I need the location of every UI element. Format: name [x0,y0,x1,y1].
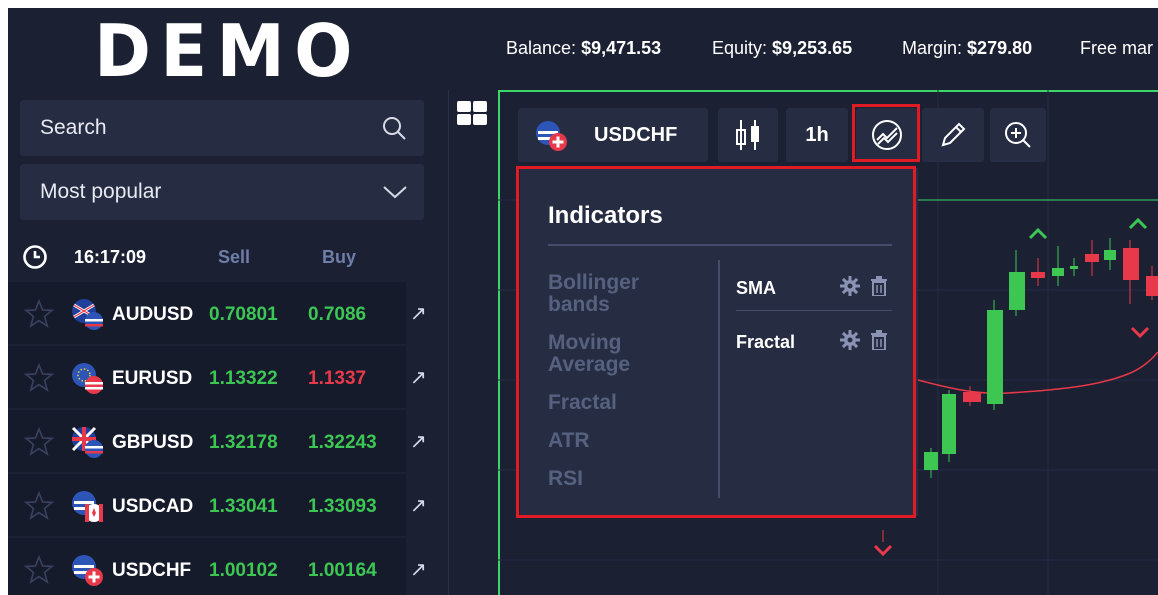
search-input[interactable]: Search [20,100,424,156]
pencil-icon [941,122,966,147]
timeframe-button[interactable]: 1h [786,108,848,162]
star-icon[interactable] [24,491,54,521]
star-icon[interactable] [24,299,54,329]
instrument-buy-price[interactable]: 0.7086 [308,304,366,326]
instrument-symbol: USDCHF [112,560,192,581]
balance-info: Balance: $9,471.53 [506,38,661,59]
symbol-selector-button[interactable]: USDCHF [518,108,708,162]
open-chart-arrow-icon[interactable]: ↗ [410,557,427,582]
instrument-row[interactable]: AUDUSD 0.70801 0.7086 ↗ [8,281,448,345]
candles-icon [736,120,759,150]
equity-info: Equity: $9,253.65 [712,38,852,59]
equity-label: Equity: [712,38,768,58]
open-chart-arrow-icon[interactable]: ↗ [410,429,427,454]
instrument-buy-price[interactable]: 1.00164 [308,560,377,582]
instrument-row[interactable]: GBPUSD 1.32178 1.32243 ↗ [8,409,448,473]
drawing-tools-button[interactable] [922,108,984,162]
chevron-down-icon [383,186,407,199]
account-bar: Balance: $9,471.53 Equity: $9,253.65 Mar… [448,8,1158,90]
trading-app: DEMO Search Most popular 16:17:09 Sell B… [8,8,1158,595]
zoom-in-icon [1005,122,1031,148]
instrument-row[interactable]: EURUSD 1.13322 1.1337 ↗ [8,345,448,409]
star-icon[interactable] [24,363,54,393]
instrument-row[interactable]: USDCAD 1.33041 1.33093 ↗ [8,473,448,537]
equity-value: $9,253.65 [772,38,853,58]
flag-us-ch-icon [536,121,567,151]
category-selected: Most popular [40,180,162,203]
instrument-symbol: EURUSD [112,368,193,389]
margin-info: Margin: $279.80 [902,38,1032,59]
category-dropdown[interactable]: Most popular [20,164,424,220]
instrument-buy-price[interactable]: 1.32243 [308,432,377,454]
flag-us-ch-icon [72,555,103,586]
open-chart-arrow-icon[interactable]: ↗ [410,493,427,518]
balance-label: Balance: [506,38,577,58]
flag-us-ca-icon [72,491,103,522]
open-chart-arrow-icon[interactable]: ↗ [410,365,427,390]
indicators-button-highlight [852,104,920,162]
instrument-buy-price[interactable]: 1.33093 [308,496,377,518]
instrument-sell-price[interactable]: 1.13322 [209,368,278,390]
indicators-panel-highlight [516,166,916,518]
instrument-sell-price[interactable]: 1.00102 [209,560,278,582]
margin-label: Margin: [902,38,963,58]
margin-value: $279.80 [967,38,1033,58]
clock-icon [23,245,47,269]
server-time: 16:17:09 [74,247,147,267]
free-margin-info: Free mar [1080,38,1154,58]
sell-column-header: Sell [218,247,251,267]
chart-symbol: USDCHF [594,124,678,146]
chart-type-button[interactable] [718,108,778,162]
instrument-list: AUDUSD 0.70801 0.7086 ↗ EURUSD 1.13322 1.1337 ↗… [8,281,448,595]
layout-grid-icon[interactable] [456,100,488,126]
demo-logo: DEMO [94,9,362,93]
buy-column-header: Buy [322,247,357,267]
instrument-sell-price[interactable]: 1.33041 [209,496,278,518]
balance-value: $9,471.53 [581,38,662,58]
instrument-row[interactable]: USDCHF 1.00102 1.00164 ↗ [8,537,448,595]
flag-eu-us-icon [72,363,103,394]
instrument-sell-price[interactable]: 0.70801 [209,304,278,326]
open-chart-arrow-icon[interactable]: ↗ [410,301,427,326]
star-icon[interactable] [24,427,54,457]
instruments-panel: DEMO Search Most popular 16:17:09 Sell B… [8,8,448,595]
flag-gb-us-icon [71,426,103,458]
instrument-symbol: USDCAD [112,496,194,517]
star-icon[interactable] [24,555,54,585]
quotes-header: 16:17:09 Sell Buy [20,240,424,276]
candles [924,238,1158,478]
instrument-sell-price[interactable]: 1.32178 [209,432,278,454]
flag-au-us-icon [72,299,103,330]
instrument-symbol: AUDUSD [112,304,194,325]
instrument-symbol: GBPUSD [112,432,194,453]
panel-divider [448,8,449,595]
zoom-in-button[interactable] [990,108,1046,162]
timeframe-label: 1h [805,123,829,146]
instrument-buy-price[interactable]: 1.1337 [308,368,366,390]
search-icon[interactable] [380,114,408,142]
search-placeholder: Search [40,116,107,139]
